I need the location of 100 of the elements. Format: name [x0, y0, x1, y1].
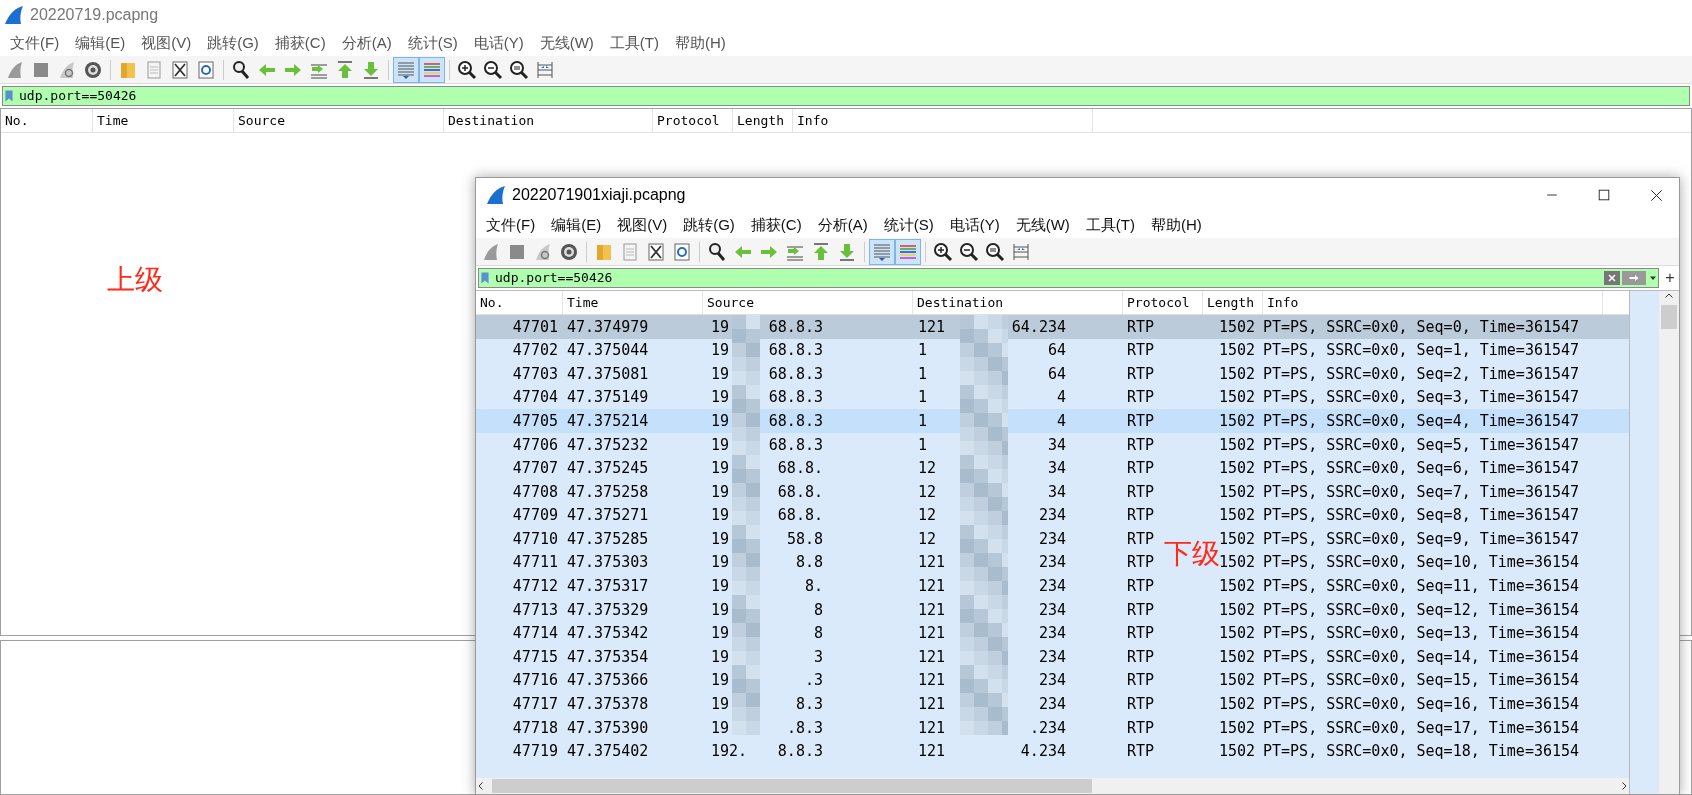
menu-item[interactable]: 分析(A) — [333, 29, 400, 57]
table-cell-text: 1502 — [1218, 670, 1255, 692]
menu-item[interactable]: 电话(Y) — [465, 29, 532, 57]
table-cell-text: 64 — [1047, 363, 1066, 385]
vertical-scrollbar[interactable] — [1659, 291, 1679, 794]
scrollbar-thumb[interactable] — [492, 779, 1092, 793]
horizontal-scrollbar[interactable] — [476, 778, 1629, 794]
table-cell-text: 234 — [1038, 694, 1066, 716]
table-cell-text: RTP — [1127, 741, 1155, 763]
menu-item[interactable]: 分析(A) — [809, 211, 876, 239]
table-cell-text: PT=PS, SSRC=0x0, Seq=13, Time=36154 — [1263, 623, 1580, 645]
column-header[interactable]: No. — [476, 291, 563, 314]
packet-row[interactable]: 47705 47.375214 19 68.8.3 1 4 RTP 1502 PT=PS, SSRC=0x0, Seq=4, Time=361547 — [476, 409, 1629, 433]
table-cell-text: 47707 — [512, 458, 558, 480]
menu-item[interactable]: 文件(F) — [2, 29, 68, 57]
table-cell-text: 1502 — [1218, 717, 1255, 739]
table-cell-text: 47.375342 — [567, 623, 649, 645]
table-cell-text: 3 — [813, 646, 823, 668]
menu-item[interactable]: 工具(T) — [601, 29, 667, 57]
table-cell-text: 4.234 — [1020, 741, 1066, 763]
menu-item[interactable]: 电话(Y) — [941, 211, 1008, 239]
menu-item[interactable]: 捕获(C) — [266, 29, 334, 57]
table-cell-text: 1502 — [1218, 505, 1255, 527]
table-cell-text: 19 — [711, 694, 730, 716]
apply-button[interactable] — [1622, 271, 1646, 285]
column-header[interactable]: Length — [1203, 291, 1263, 314]
table-cell-text: 47.375354 — [567, 646, 649, 668]
table-cell-text: 1 — [918, 410, 928, 432]
table-cell-text: 1 — [918, 387, 928, 409]
clear-button[interactable] — [1604, 271, 1620, 285]
table-cell-text: 19 — [711, 387, 730, 409]
table-cell-text: 8. — [804, 576, 823, 598]
menu-item[interactable]: 编辑(E) — [67, 29, 134, 57]
table-cell-text: 1502 — [1218, 599, 1255, 621]
menu-item[interactable]: 跳转(G) — [199, 29, 267, 57]
table-cell-text: 47709 — [512, 505, 558, 527]
menu-item[interactable]: 编辑(E) — [543, 211, 610, 239]
table-cell-text: 234 — [1038, 505, 1066, 527]
fin-icon — [5, 59, 25, 80]
autoscroll-icon — [872, 241, 892, 262]
menu-item[interactable]: 跳转(G) — [675, 211, 743, 239]
scrollbar-thumb[interactable] — [1661, 305, 1677, 329]
settings-icon — [83, 59, 103, 80]
column-header[interactable]: Protocol — [653, 109, 733, 132]
table-cell-text: 19 — [711, 623, 730, 645]
table-cell-text: 1 — [918, 340, 928, 362]
table-cell-text: 58.8 — [786, 528, 823, 550]
menu-item[interactable]: 捕获(C) — [742, 211, 810, 239]
table-cell-text: 19 — [711, 340, 730, 362]
table-cell-text: 12 — [918, 458, 937, 480]
autoscroll-icon — [396, 59, 416, 80]
table-cell-text: 234 — [1038, 670, 1066, 692]
column-header[interactable]: Destination — [913, 291, 1123, 314]
arrow-down-icon — [361, 59, 381, 80]
display-filter-field[interactable]: udp.port==50426 — [478, 268, 1659, 288]
restart-icon — [533, 241, 553, 262]
add-filter-button[interactable]: + — [1663, 270, 1677, 286]
table-cell-text: 68.8.3 — [768, 410, 823, 432]
menu-item[interactable]: 无线(W) — [531, 29, 602, 57]
menu-item[interactable]: 视图(V) — [609, 211, 676, 239]
table-cell-text: 47703 — [512, 363, 558, 385]
column-header[interactable]: Time — [563, 291, 703, 314]
column-header[interactable]: No. — [1, 109, 93, 132]
column-header[interactable]: Source — [703, 291, 913, 314]
packet-row[interactable]: 47701 47.374979 19 68.8.3 121 64.234 RTP 1502 PT=PS, SSRC=0x0, Seq=0, Time=361547 — [476, 315, 1629, 339]
column-header[interactable]: Info — [793, 109, 1093, 132]
table-cell-text: 47.375303 — [567, 552, 649, 574]
table-cell-text: 1502 — [1218, 316, 1255, 338]
table-cell-text: 192. — [711, 741, 748, 763]
menu-item[interactable]: 统计(S) — [875, 211, 942, 239]
menu-item[interactable]: 统计(S) — [399, 29, 466, 57]
column-header[interactable]: Info — [1263, 291, 1603, 314]
table-cell-text: 47.375366 — [567, 670, 649, 692]
menu-item[interactable]: 帮助(H) — [666, 29, 734, 57]
menu-item[interactable]: 无线(W) — [1007, 211, 1078, 239]
table-cell-text: 121 — [918, 670, 946, 692]
table-cell-text: 47702 — [512, 340, 558, 362]
table-cell-text: PT=PS, SSRC=0x0, Seq=12, Time=36154 — [1263, 599, 1580, 621]
table-cell-text: 1502 — [1218, 340, 1255, 362]
zoom-reset-icon — [509, 59, 529, 80]
menu-item[interactable]: 文件(F) — [478, 211, 544, 239]
table-cell-text: 68.8.3 — [768, 316, 823, 338]
column-header[interactable]: Protocol — [1123, 291, 1203, 314]
column-header[interactable]: Source — [234, 109, 444, 132]
menu-item[interactable]: 工具(T) — [1077, 211, 1143, 239]
column-header[interactable]: Destination — [444, 109, 653, 132]
column-header[interactable]: Length — [733, 109, 793, 132]
menu-item[interactable]: 视图(V) — [133, 29, 200, 57]
table-cell-text: 47714 — [512, 623, 558, 645]
table-cell-text: 19 — [711, 599, 730, 621]
table-cell-text: 19 — [711, 646, 730, 668]
table-cell-text: 19 — [711, 363, 730, 385]
table-cell-text: 47.375271 — [567, 505, 649, 527]
display-filter-field[interactable]: udp.port==50426 — [2, 86, 1690, 106]
table-cell-text: 47.375232 — [567, 434, 649, 456]
column-header[interactable]: Time — [93, 109, 234, 132]
table-cell-text: 1502 — [1218, 481, 1255, 503]
menu-item[interactable]: 帮助(H) — [1142, 211, 1210, 239]
table-cell-text: 234 — [1038, 646, 1066, 668]
table-cell-text: 19 — [711, 576, 730, 598]
